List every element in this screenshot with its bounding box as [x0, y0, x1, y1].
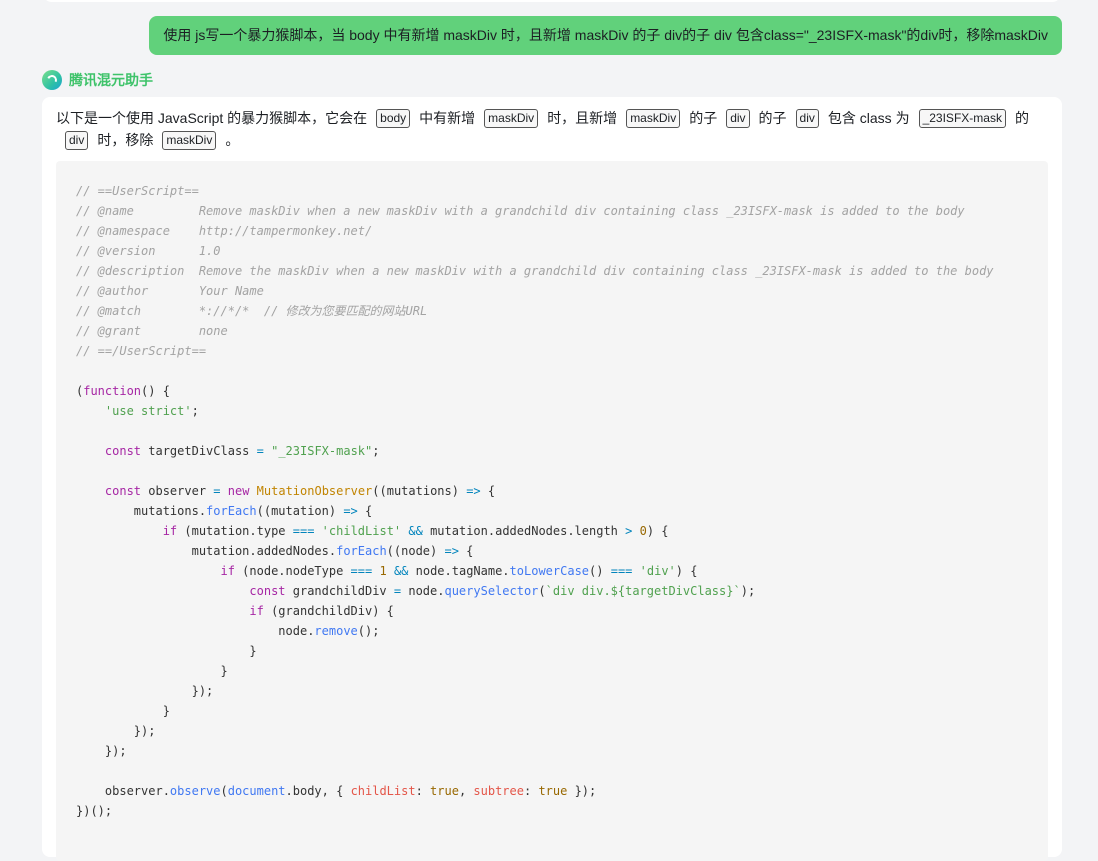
assistant-answer-card: 以下是一个使用 JavaScript 的暴力猴脚本，它会在 body 中有新增 mas… [42, 97, 1062, 861]
inline-code: maskDiv [484, 109, 539, 128]
intro-text: 包含 class 为 [827, 110, 910, 126]
inline-code: _23ISFX-mask [918, 109, 1006, 128]
assistant-header: 腾讯混元助手 [42, 69, 153, 91]
previous-message-card [42, 0, 1062, 2]
intro-text: 的子 [758, 110, 787, 126]
assistant-name: 腾讯混元助手 [69, 72, 153, 88]
intro-text: 中有新增 [419, 110, 476, 126]
inline-code: div [795, 109, 819, 128]
intro-text: 的 [1014, 110, 1029, 126]
intro-text: 时，移除 [97, 132, 154, 148]
hunyuan-logo-icon [42, 70, 62, 90]
code-block[interactable]: // ==UserScript== // @name Remove maskDi… [56, 161, 1048, 861]
user-message-bubble: 使用 js写一个暴力猴脚本，当 body 中有新增 maskDiv 时，且新增 … [149, 16, 1062, 55]
inline-code: maskDiv [626, 109, 681, 128]
intro-text: 时，且新增 [547, 110, 618, 126]
answer-intro: 以下是一个使用 JavaScript 的暴力猴脚本，它会在 body 中有新增 mas… [56, 107, 1036, 151]
inline-code: div [726, 109, 750, 128]
inline-code: maskDiv [162, 131, 217, 150]
inline-code: div [65, 131, 89, 150]
inline-code: body [376, 109, 411, 128]
intro-text: 以下是一个使用 JavaScript 的暴力猴脚本，它会在 [56, 110, 368, 126]
intro-text: 。 [225, 132, 240, 148]
code-content: // ==UserScript== // @name Remove maskDi… [76, 184, 994, 818]
intro-text: 的子 [689, 110, 718, 126]
